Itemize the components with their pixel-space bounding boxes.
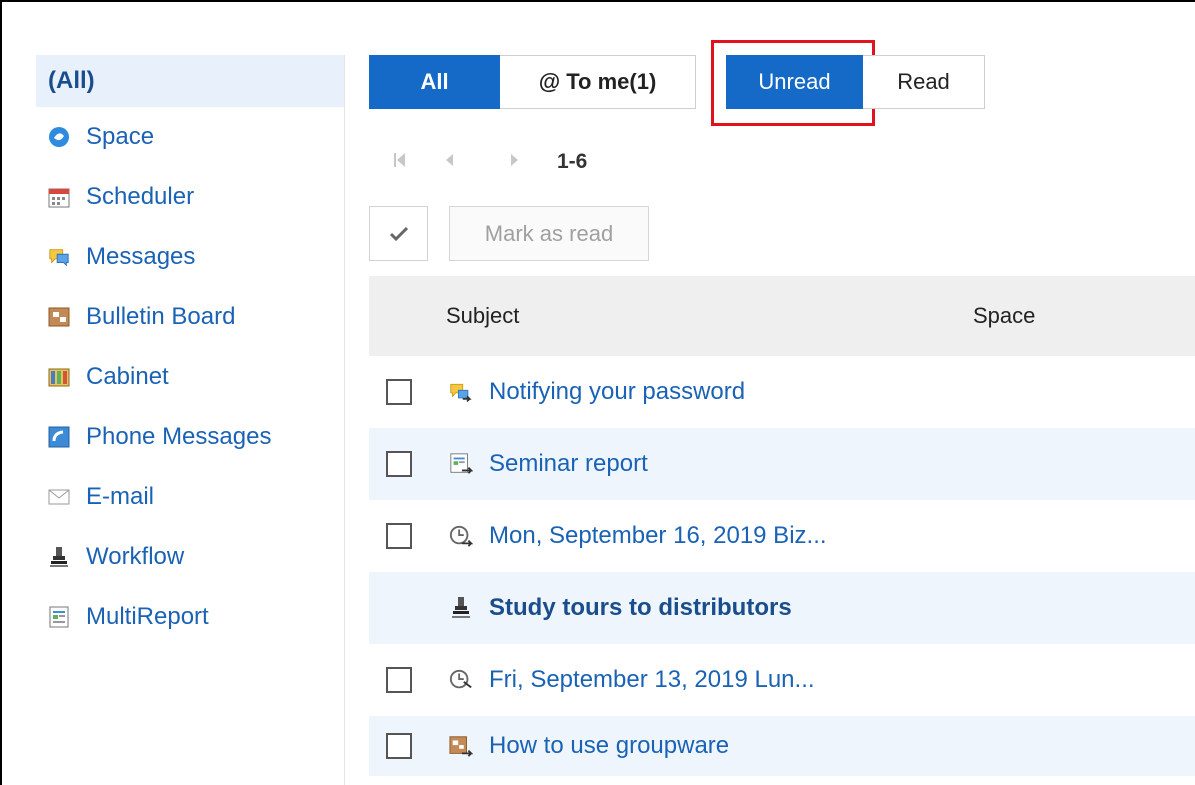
sidebar-item-label: MultiReport — [86, 603, 209, 630]
row-checkbox[interactable] — [386, 667, 412, 693]
next-page-icon[interactable] — [509, 151, 521, 174]
table-header: Subject Space — [369, 276, 1195, 356]
read-status-tabs: Unread Read — [726, 55, 985, 109]
table-row: Seminar report — [369, 428, 1195, 500]
tab-unread[interactable]: Unread — [726, 55, 863, 109]
stamp-icon — [48, 546, 70, 568]
calendar-icon — [48, 186, 70, 208]
sidebar-item-label: Cabinet — [86, 363, 169, 390]
row-checkbox[interactable] — [386, 523, 412, 549]
message-icon — [449, 380, 473, 404]
sidebar-item-label: Phone Messages — [86, 423, 272, 450]
sidebar: (All) Space Scheduler Messages Bulletin … — [36, 55, 345, 785]
frame-left-border — [0, 0, 2, 785]
sidebar-item-label: Messages — [86, 243, 196, 270]
speech-bubble-icon — [48, 246, 70, 268]
table-row: How to use groupware — [369, 716, 1195, 776]
checkmark-icon — [389, 226, 408, 241]
report-icon — [449, 452, 473, 476]
sidebar-item-cabinet[interactable]: Cabinet — [36, 347, 344, 407]
select-all-button[interactable] — [369, 206, 428, 261]
row-subject-link[interactable]: Seminar report — [489, 450, 648, 478]
phone-icon — [48, 426, 70, 448]
stamp-icon — [449, 596, 473, 620]
column-subject: Subject — [446, 303, 520, 328]
sidebar-item-label: (All) — [48, 67, 95, 94]
row-subject-link[interactable]: How to use groupware — [489, 732, 729, 760]
column-space: Space — [973, 303, 1036, 328]
sidebar-item-label: Scheduler — [86, 183, 195, 210]
sidebar-item-label: E-mail — [86, 483, 155, 510]
sidebar-item-multireport[interactable]: MultiReport — [36, 587, 344, 647]
tab-read[interactable]: Read — [863, 55, 985, 109]
table-row: Mon, September 16, 2019 Biz... — [369, 500, 1195, 572]
row-subject-link[interactable]: Mon, September 16, 2019 Biz... — [489, 522, 827, 550]
table-row: Study tours to distributors — [369, 572, 1195, 644]
row-checkbox[interactable] — [386, 733, 412, 759]
row-checkbox[interactable] — [386, 379, 412, 405]
bulletin-board-icon — [48, 306, 70, 328]
sidebar-item-phone-messages[interactable]: Phone Messages — [36, 407, 344, 467]
row-subject-link[interactable]: Study tours to distributors — [489, 594, 792, 622]
sidebar-item-all[interactable]: (All) — [36, 55, 344, 107]
envelope-icon — [48, 486, 70, 508]
report-icon — [48, 606, 70, 628]
row-subject-link[interactable]: Fri, September 13, 2019 Lun... — [489, 666, 815, 694]
bulletin-board-icon — [449, 734, 473, 758]
row-subject-link[interactable]: Notifying your password — [489, 378, 745, 406]
sidebar-item-messages[interactable]: Messages — [36, 227, 344, 287]
table-row: Notifying your password — [369, 356, 1195, 428]
previous-page-icon[interactable] — [443, 151, 455, 174]
recipient-filter-tabs: All @ To me(1) — [369, 55, 696, 109]
page-range: 1-6 — [557, 150, 588, 173]
sidebar-item-scheduler[interactable]: Scheduler — [36, 167, 344, 227]
sidebar-item-workflow[interactable]: Workflow — [36, 527, 344, 587]
tab-all[interactable]: All — [369, 55, 500, 109]
mark-as-read-button[interactable]: Mark as read — [449, 206, 649, 261]
sidebar-item-bulletin-board[interactable]: Bulletin Board — [36, 287, 344, 347]
notification-list: Notifying your password Seminar report M… — [369, 356, 1195, 776]
tab-to-me[interactable]: @ To me(1) — [500, 55, 696, 109]
clock-icon — [449, 524, 473, 548]
first-page-icon[interactable] — [393, 151, 407, 174]
sidebar-item-space[interactable]: Space — [36, 107, 344, 167]
cabinet-icon — [48, 366, 70, 388]
space-icon — [48, 126, 70, 148]
clock-icon — [449, 668, 473, 692]
frame-top-border — [0, 0, 1195, 2]
sidebar-item-email[interactable]: E-mail — [36, 467, 344, 527]
pagination: 1-6 — [393, 147, 587, 177]
sidebar-item-label: Workflow — [86, 543, 185, 570]
sidebar-item-label: Bulletin Board — [86, 303, 236, 330]
row-checkbox[interactable] — [386, 451, 412, 477]
table-row: Fri, September 13, 2019 Lun... — [369, 644, 1195, 716]
sidebar-item-label: Space — [86, 123, 155, 150]
